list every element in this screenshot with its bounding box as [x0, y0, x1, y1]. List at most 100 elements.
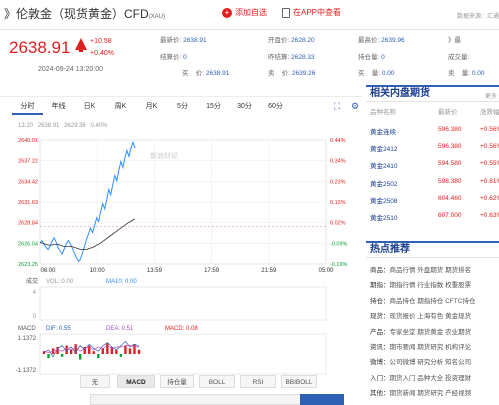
hot-item[interactable]: 入门：期货入门 品种大全 投资理财 [370, 372, 471, 382]
y-tick-label: 2623.25 [18, 262, 38, 268]
related-name-link[interactable]: 黄金2410 [370, 160, 397, 170]
bid-price-field: 买 价: 2638.91 [182, 70, 230, 77]
hot-item[interactable]: 商品：商品行情 外盘期货 期货排名 [370, 264, 471, 274]
related-value: +0.61% [480, 177, 499, 185]
data-source: 数据来源：汇通 [456, 14, 499, 20]
volume-frame [39, 286, 327, 321]
settings-icon[interactable]: ⚙ [351, 101, 359, 112]
tab-monthly-k[interactable]: 月K [136, 99, 167, 115]
settle-price-field: 结算价: 0 [160, 54, 187, 61]
prev-settle-field: 昨结算: 2628.33 [268, 54, 315, 61]
watermark: 新浪财经 [150, 151, 178, 160]
macd-bar [137, 349, 141, 354]
hot-recommend-header: 热点推荐 [366, 241, 499, 258]
related-value: 596.380 [438, 126, 462, 133]
view-in-app-button[interactable]: 在APP中查看 [282, 7, 341, 18]
vol-value: VOL: 0.00 [46, 279, 74, 285]
hot-item-links[interactable]: 期指行情 行业指数 权重股票 [390, 282, 472, 289]
current-price: 2638.91 [9, 38, 71, 57]
related-value: +0.63% [480, 212, 499, 219]
x-tick-label: 05:00 [318, 268, 334, 274]
macd-bar [47, 354, 50, 359]
related-value: 596.380 [438, 143, 462, 151]
x-tick-label: 06:00 [40, 268, 56, 274]
macd-bar [119, 354, 123, 357]
tab-60min[interactable]: 60分 [260, 99, 291, 115]
related-value: 607.000 [438, 212, 462, 219]
y-tick-label-right: 0.23% [330, 179, 346, 185]
avg-line [40, 218, 136, 250]
related-name-link[interactable]: 黄金连续 [370, 126, 396, 136]
macd-bar [97, 354, 100, 359]
hot-item[interactable]: 其他：期货新闻 期货研究 产经视频 [370, 387, 471, 397]
plus-icon: + [222, 7, 232, 18]
related-value: +0.56% [480, 126, 499, 133]
dea-value: DEA: 0.51 [106, 326, 134, 332]
related-value: +0.55% [480, 160, 499, 168]
chart-grid [39, 139, 327, 375]
chart-info: 13:20 2638.91 2629.36 0.40% [18, 123, 108, 129]
hot-item[interactable]: 现货：现货报价 上海有色 黄金现货 [370, 310, 471, 320]
indicator-rsi[interactable]: RSI [240, 375, 276, 388]
macd-bar [115, 349, 118, 354]
tab-minute[interactable]: 分时 [12, 99, 43, 115]
search-button[interactable] [300, 394, 344, 405]
macd-y-top: 1.1372 [18, 336, 37, 342]
phone-icon [282, 7, 290, 18]
y-tick-label-right: 0.44% [330, 138, 346, 144]
indicator-boll[interactable]: BOLL [199, 375, 235, 388]
y-axis-right: 0.44%0.34%0.23%0.13%0.02%-0.09%-0.19% [330, 138, 348, 268]
open-price-field: 开盘价: 2628.20 [268, 37, 315, 44]
ask-qty-field: 卖 量: 0.00 [448, 70, 485, 77]
hot-item[interactable]: 资讯：期市要闻 期货研究 机构评论 [370, 341, 471, 351]
hot-item-links[interactable]: 期市要闻 期货研究 机构评论 [390, 344, 472, 351]
related-name-link[interactable]: 黄金2412 [370, 143, 397, 153]
hot-item-key: 持仓： [370, 297, 390, 305]
y-tick-label-right: -0.09% [330, 241, 348, 247]
indicator-oi[interactable]: 持仓量 [160, 375, 194, 388]
hot-item[interactable]: 微博：公司微博 研究分析 知名公司 [370, 356, 471, 366]
tab-weekly-k[interactable]: 周K [105, 99, 136, 115]
hot-item[interactable]: 产品：专家坐堂 期货黄金 农业期货 [370, 326, 471, 336]
hot-item-links[interactable]: 期货新闻 期货研究 产经视频 [390, 390, 472, 397]
x-tick-label: 17:59 [204, 268, 220, 274]
hot-item[interactable]: 期指：期指行情 行业指数 权重股票 [370, 279, 471, 289]
hot-item-links[interactable]: 现货报价 上海有色 黄金现货 [390, 313, 472, 320]
intraday-chart: 13:20 2638.91 2629.36 0.40% 新浪财经 2640.01… [16, 123, 348, 375]
macd-bar [78, 354, 82, 360]
tab-year[interactable]: 年线 [43, 99, 74, 115]
x-tick-label: 10:00 [90, 268, 106, 274]
dif-value: DIF: 0.55 [46, 326, 71, 332]
tab-30min[interactable]: 30分 [229, 99, 260, 115]
tab-daily-k[interactable]: 日K [74, 99, 105, 115]
hot-item-key: 微博： [370, 359, 390, 367]
indicator-macd[interactable]: MACD [117, 375, 155, 388]
more-link[interactable]: 更多 [485, 90, 497, 104]
y-tick-label-right: 0.13% [330, 200, 346, 206]
hot-item-links[interactable]: 专家坐堂 期货黄金 农业期货 [390, 329, 472, 336]
related-name-link[interactable]: 黄金2508 [370, 195, 397, 205]
hot-item-links[interactable]: 公司微博 研究分析 知名公司 [390, 359, 472, 366]
hot-item-links[interactable]: 商品行情 外盘期货 期货排名 [390, 267, 472, 274]
hot-item-key: 其他： [370, 390, 390, 398]
hot-item[interactable]: 持仓：商品持仓 期指持仓 CFTC持仓 [370, 295, 475, 305]
divider [0, 29, 499, 30]
indicator-bbiboll[interactable]: BBIBOLL [281, 375, 317, 388]
hot-item-links[interactable]: 期货入门 品种大全 投资理财 [390, 375, 472, 382]
fullscreen-icon[interactable]: ⛶ [334, 101, 340, 112]
related-name-link[interactable]: 黄金2510 [370, 212, 397, 222]
y-tick-label-right: 0.34% [330, 159, 346, 165]
indicator-none[interactable]: 无 [80, 375, 110, 388]
up-arrow-icon [75, 38, 87, 52]
hot-item-links[interactable]: 商品持仓 期指持仓 CFTC持仓 [390, 298, 476, 305]
tab-5min[interactable]: 5分 [167, 99, 198, 115]
volume-label: 成交 [26, 277, 38, 285]
macd-bar [124, 345, 127, 354]
related-header-cell: 品种名称 [370, 109, 396, 116]
tab-15min[interactable]: 15分 [198, 99, 229, 115]
x-tick-label: 13:59 [147, 268, 163, 274]
macd-value: MACD: 0.08 [165, 326, 198, 332]
add-watchlist-button[interactable]: + 添加自选 [222, 7, 267, 18]
related-value: 598.380 [438, 177, 462, 185]
related-name-link[interactable]: 黄金2502 [370, 178, 397, 188]
